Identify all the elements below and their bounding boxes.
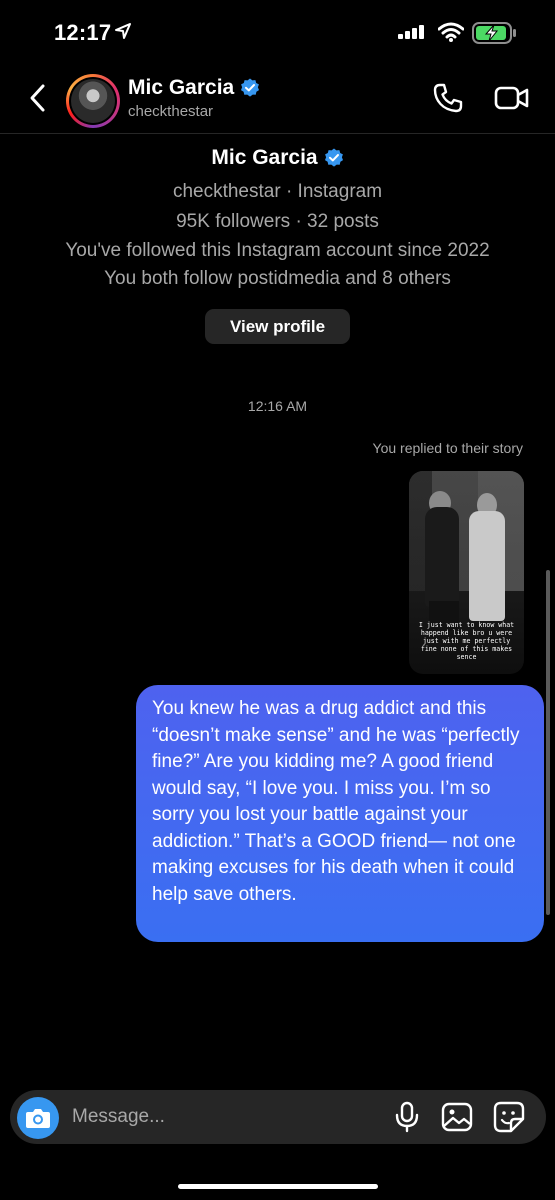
message-timestamp: 12:16 AM — [247, 398, 308, 414]
image-icon — [441, 1102, 473, 1132]
camera-button[interactable] — [17, 1097, 59, 1139]
cellular-signal-icon — [398, 25, 424, 39]
story-caption: I just want to know what happend like br… — [418, 621, 515, 661]
view-profile-button[interactable]: View profile — [205, 309, 350, 344]
sticker-icon — [493, 1101, 525, 1133]
story-reply-note: You replied to their story — [372, 440, 523, 456]
phone-icon — [433, 83, 463, 113]
verified-badge-icon — [241, 78, 260, 97]
status-time: 12:17 — [54, 20, 112, 45]
message-bubble[interactable]: You knew he was a drug addict and this “… — [136, 685, 544, 942]
location-arrow-icon — [115, 23, 131, 39]
story-image-figure — [425, 507, 459, 607]
profile-follow-since: You've followed this Instagram account s… — [65, 240, 490, 261]
back-button[interactable] — [22, 80, 52, 116]
gallery-button[interactable] — [441, 1101, 473, 1138]
header-name[interactable]: Mic Garcia — [128, 76, 260, 100]
verified-badge-icon — [324, 148, 343, 167]
audio-call-button[interactable] — [432, 82, 464, 119]
avatar-photo — [71, 79, 115, 123]
profile-stats: 95K followers · 32 posts — [176, 211, 379, 232]
home-indicator — [178, 1184, 378, 1189]
scrollbar[interactable] — [546, 570, 550, 915]
header-handle: checkthestar — [128, 103, 214, 120]
message-text: You knew he was a drug addict and this “… — [152, 698, 520, 905]
header-name-text: Mic Garcia — [128, 76, 235, 99]
profile-mutuals: You both follow postidmedia and 8 others — [104, 268, 451, 289]
avatar[interactable] — [66, 74, 120, 128]
voice-message-button[interactable] — [394, 1101, 420, 1138]
wifi-icon — [438, 22, 464, 42]
camera-icon — [26, 1109, 50, 1128]
story-thumbnail[interactable]: I just want to know what happend like br… — [409, 471, 524, 674]
profile-name: Mic Garcia — [0, 146, 555, 170]
profile-name-text: Mic Garcia — [211, 146, 318, 169]
avatar-ring — [69, 77, 117, 125]
chevron-left-icon — [30, 84, 45, 112]
sticker-button[interactable] — [493, 1101, 525, 1138]
microphone-icon — [395, 1101, 419, 1133]
header-divider — [0, 133, 555, 134]
story-image-figure — [469, 511, 505, 621]
battery-charging-icon — [472, 22, 516, 44]
video-camera-icon — [494, 86, 529, 110]
profile-handle-platform: checkthestar · Instagram — [172, 181, 383, 202]
video-call-button[interactable] — [494, 82, 530, 119]
message-input[interactable] — [72, 1104, 322, 1130]
